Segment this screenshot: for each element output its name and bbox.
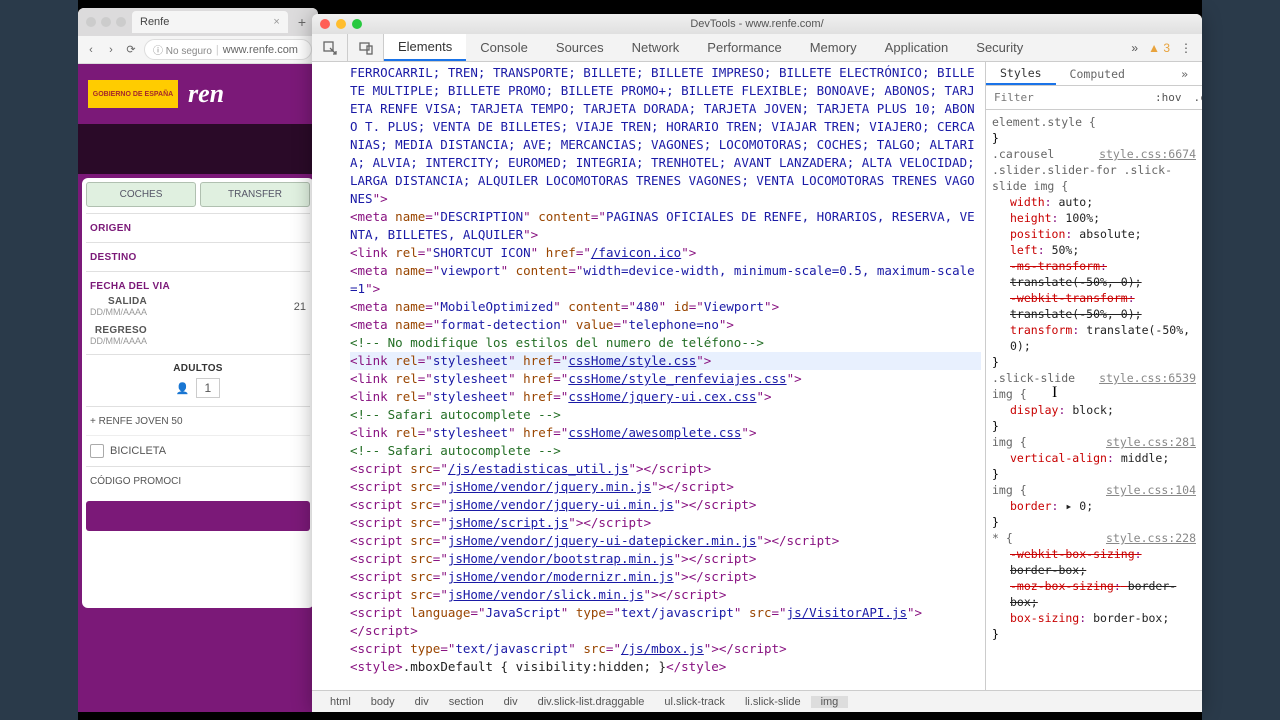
url-text: www.renfe.com [223,44,298,56]
breadcrumb-item[interactable]: div.slick-list.draggable [528,696,655,708]
breadcrumb-item[interactable]: img [811,696,849,708]
browser-window: Renfe × + ‹ › ⟳ ⓘ No seguro | www.renfe.… [78,8,318,712]
elements-tree[interactable]: FERROCARRIL; TREN; TRANSPORTE; BILLETE; … [312,62,985,690]
spanish-gov-logo: GOBIERNO DE ESPAÑA [88,80,178,108]
new-tab-button[interactable]: + [294,14,310,30]
promo-code-label: CÓDIGO PROMOCI [90,476,181,487]
tab-console[interactable]: Console [466,34,542,61]
url-input[interactable]: ⓘ No seguro | www.renfe.com [144,39,312,60]
more-tabs-icon[interactable]: » [1131,41,1138,55]
breadcrumb-item[interactable]: html [320,696,361,708]
date-header: FECHA DEL VIA [90,281,170,292]
bicicleta-checkbox[interactable] [90,444,104,458]
warnings-badge[interactable]: ▲ 3 [1148,41,1170,55]
styles-filter-input[interactable] [986,91,1149,104]
styles-rules[interactable]: element.style {}style.css:6674.carousel … [986,110,1202,690]
breadcrumb-item[interactable]: li.slick-slide [735,696,811,708]
destination-label: DESTINO [90,252,137,263]
breadcrumb-item[interactable]: div [405,696,439,708]
adultos-label: ADULTOS [90,363,306,374]
adultos-count[interactable]: 1 [196,378,221,398]
devtools-tabs: Elements Console Sources Network Perform… [312,34,1202,62]
cls-toggle[interactable]: .cls [1188,91,1203,104]
bicicleta-label: BICICLETA [110,445,166,457]
breadcrumb-item[interactable]: section [439,696,494,708]
salida-label: SALIDA [90,296,147,307]
tab-security[interactable]: Security [962,34,1037,61]
address-bar: ‹ › ⟳ ⓘ No seguro | www.renfe.com [78,36,318,64]
tab-transfer[interactable]: TRANSFER [200,182,310,207]
device-toggle-icon[interactable] [348,34,384,61]
tab-application[interactable]: Application [871,34,963,61]
tab-elements[interactable]: Elements [384,34,466,61]
window-title: DevTools - www.renfe.com/ [690,18,823,30]
salida-value[interactable]: 21 [294,301,306,313]
search-button[interactable] [86,501,310,531]
hov-toggle[interactable]: :hov [1149,91,1188,104]
inspect-icon[interactable] [312,34,348,61]
subtab-computed[interactable]: Computed [1056,62,1139,85]
devtools-window: DevTools - www.renfe.com/ Elements Conso… [312,14,1202,712]
minimize-window-icon[interactable] [336,19,346,29]
kebab-menu-icon[interactable]: ⋮ [1180,41,1192,55]
tab-sources[interactable]: Sources [542,34,618,61]
renfe-joven-link[interactable]: + RENFE JOVEN 50 [90,416,183,427]
security-status: ⓘ No seguro [153,42,212,57]
date-format-hint: DD/MM/AAAA [90,307,147,317]
more-subtabs-icon[interactable]: » [1167,62,1202,85]
breadcrumb-item[interactable]: body [361,696,405,708]
tab-memory[interactable]: Memory [796,34,871,61]
zoom-window-icon[interactable] [352,19,362,29]
dom-breadcrumb[interactable]: htmlbodydivsectiondivdiv.slick-list.drag… [312,690,1202,712]
tab-title: Renfe [140,16,169,28]
tab-network[interactable]: Network [618,34,694,61]
close-icon[interactable]: × [273,16,279,28]
breadcrumb-item[interactable]: ul.slick-track [654,696,735,708]
styles-pane: Styles Computed » :hov .cls + element.st… [985,62,1202,690]
tab-bar: Renfe × + [78,8,318,36]
forward-icon[interactable]: › [104,44,118,56]
search-form: COCHES TRANSFER ORIGEN DESTINO FECHA DEL… [82,178,314,608]
tab-coches[interactable]: COCHES [86,182,196,207]
date-format-hint: DD/MM/AAAA [90,336,147,346]
reload-icon[interactable]: ⟳ [124,43,138,56]
regreso-label: REGRESO [90,325,147,336]
window-titlebar[interactable]: DevTools - www.renfe.com/ [312,14,1202,34]
subtab-styles[interactable]: Styles [986,62,1056,85]
renfe-logo: ren [188,79,224,109]
origin-label: ORIGEN [90,223,131,234]
browser-tab[interactable]: Renfe × [132,11,288,33]
person-icon: 👤 [176,382,190,395]
close-window-icon[interactable] [320,19,330,29]
breadcrumb-item[interactable]: div [494,696,528,708]
back-icon[interactable]: ‹ [84,44,98,56]
tab-performance[interactable]: Performance [693,34,795,61]
